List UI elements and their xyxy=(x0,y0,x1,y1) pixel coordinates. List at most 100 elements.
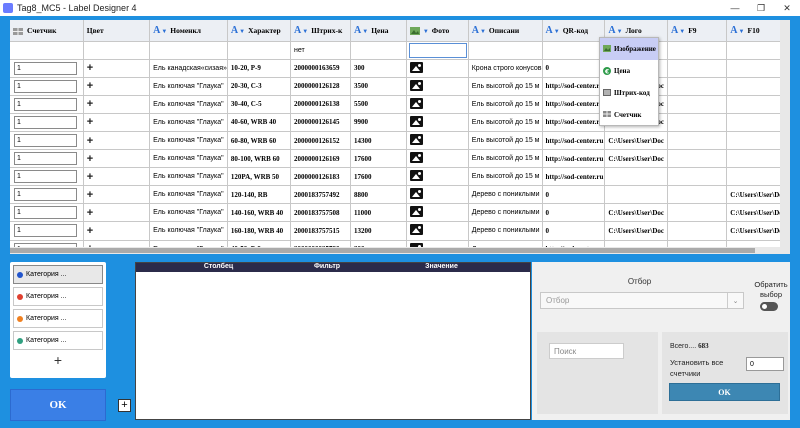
image-icon[interactable] xyxy=(409,206,423,218)
column-header[interactable]: A▼ Характер xyxy=(227,20,292,42)
image-icon[interactable] xyxy=(409,97,423,109)
counter-input[interactable]: 1 xyxy=(14,79,77,93)
grid-cell[interactable]: 0 xyxy=(542,185,606,205)
grid-cell[interactable]: + xyxy=(83,113,151,132)
grid-cell[interactable]: Ель колючая "Глаука" xyxy=(149,149,228,169)
counter-input[interactable]: 1 xyxy=(14,188,77,202)
grid-cell[interactable]: 2000183757492 xyxy=(290,185,352,205)
chevron-down-icon[interactable]: ▼ xyxy=(302,29,308,35)
chevron-down-icon[interactable]: ▼ xyxy=(362,29,368,35)
category-item[interactable]: Категория ... xyxy=(13,287,103,306)
filter-col-column[interactable]: Столбец xyxy=(136,263,301,272)
grid-cell[interactable]: 5500 xyxy=(350,95,407,114)
image-icon[interactable] xyxy=(409,134,423,146)
add-filter-button[interactable]: + xyxy=(118,399,131,412)
grid-cell[interactable]: Ель колючая "Глаука" xyxy=(149,167,228,187)
chevron-down-icon[interactable]: ▼ xyxy=(554,29,560,35)
table-row[interactable]: 1 + Ель колючая "Глаука" 40-60, WRB 40 20000… xyxy=(10,113,790,132)
grid-cell[interactable] xyxy=(406,113,469,132)
dropdown-option[interactable]: Счетчик xyxy=(600,104,658,126)
grid-cell[interactable]: Дерево с пониклыми xyxy=(468,221,543,241)
grid-cell[interactable]: Ель высотой до 15 м xyxy=(468,95,543,114)
vertical-scrollbar[interactable] xyxy=(780,20,790,254)
grid-cell[interactable] xyxy=(667,95,728,114)
grid-cell[interactable]: 1 xyxy=(10,203,84,223)
counter-input[interactable]: 1 xyxy=(14,61,77,75)
grid-cell[interactable]: 1 xyxy=(10,59,84,78)
grid-cell[interactable]: Ель колючая "Глаука" xyxy=(149,131,228,151)
grid-cell[interactable]: 17600 xyxy=(350,167,407,187)
grid-cell[interactable]: 2000000163659 xyxy=(290,59,352,78)
grid-cell[interactable]: 0 xyxy=(542,221,606,241)
chevron-down-icon[interactable]: ▼ xyxy=(423,29,429,35)
grid-cell[interactable]: 9900 xyxy=(350,113,407,132)
image-icon[interactable] xyxy=(409,170,423,182)
grid-cell[interactable]: 2000000126145 xyxy=(290,113,352,132)
grid-cell[interactable]: 1 xyxy=(10,95,84,114)
add-color-button[interactable]: + xyxy=(87,207,93,219)
grid-cell[interactable] xyxy=(667,185,728,205)
grid-cell[interactable]: 2000000126138 xyxy=(290,95,352,114)
dropdown-option[interactable]: Штрих-код xyxy=(600,82,658,104)
grid-cell[interactable]: 60-80, WRB 60 xyxy=(227,131,292,151)
grid-cell[interactable]: 160-180, WRB 40 xyxy=(227,221,292,241)
category-item[interactable]: Категория ... xyxy=(13,265,103,284)
grid-cell[interactable] xyxy=(667,221,728,241)
counter-input[interactable]: 1 xyxy=(14,97,77,111)
filter-cell[interactable] xyxy=(406,41,469,60)
grid-cell[interactable] xyxy=(604,167,669,187)
counter-input[interactable]: 1 xyxy=(14,170,77,184)
chevron-down-icon[interactable]: ▼ xyxy=(617,29,623,35)
chevron-down-icon[interactable]: ▼ xyxy=(239,29,245,35)
grid-cell[interactable]: 1 xyxy=(10,149,84,169)
grid-cell[interactable]: 1 xyxy=(10,77,84,96)
grid-cell[interactable]: Крона строго конусов xyxy=(468,59,543,78)
grid-cell[interactable]: 2000000126128 xyxy=(290,77,352,96)
table-row[interactable]: 1 + Ель канадская«сизая» 10-20, P-9 20000001… xyxy=(10,59,790,78)
grid-cell[interactable]: + xyxy=(83,203,151,223)
grid-cell[interactable]: C:\Users\User\Doc xyxy=(604,149,669,169)
column-header[interactable]: A▼ Цена xyxy=(350,20,407,42)
grid-cell[interactable] xyxy=(406,167,469,187)
grid-cell[interactable]: Ель высотой до 15 м xyxy=(468,131,543,151)
grid-cell[interactable]: 1 xyxy=(10,113,84,132)
filter-cell[interactable] xyxy=(667,41,728,60)
set-counters-input[interactable]: 0 xyxy=(746,357,784,371)
image-icon[interactable] xyxy=(409,79,423,91)
grid-cell[interactable]: Ель колючая "Глаука" xyxy=(149,95,228,114)
column-header[interactable]: A▼ QR-код xyxy=(542,20,606,42)
ok-button-main[interactable]: OK xyxy=(10,389,106,421)
table-row[interactable]: 1 + Ель колючая "Глаука" 20-30, C-3 20000001… xyxy=(10,77,790,96)
grid-cell[interactable]: 0 xyxy=(542,59,606,78)
otbor-select[interactable]: Отбор ⌄ xyxy=(540,292,744,309)
table-row[interactable]: 1 + Ель колючая "Глаука" 120-140, RB 2000183… xyxy=(10,185,790,205)
image-icon[interactable] xyxy=(409,61,423,73)
grid-cell[interactable]: Ель канадская«сизая» xyxy=(149,59,228,78)
add-color-button[interactable]: + xyxy=(87,153,93,165)
grid-cell[interactable] xyxy=(406,77,469,96)
counter-input[interactable]: 1 xyxy=(14,224,77,238)
dropdown-option[interactable]: Изображение xyxy=(600,38,658,60)
add-color-button[interactable]: + xyxy=(87,98,93,110)
grid-cell[interactable]: C:\Users\User\Doc xyxy=(604,203,669,223)
grid-cell[interactable]: Ель колючая "Глаука" xyxy=(149,113,228,132)
grid-cell[interactable]: 20-30, C-3 xyxy=(227,77,292,96)
table-row[interactable]: 1 + Ель колючая "Глаука" 60-80, WRB 60 20000… xyxy=(10,131,790,151)
grid-cell[interactable]: http://sod-center.ru xyxy=(542,131,606,151)
grid-cell[interactable]: 17600 xyxy=(350,149,407,169)
filter-col-filter[interactable]: Фильтр xyxy=(301,263,353,272)
grid-cell[interactable]: 2000183757508 xyxy=(290,203,352,223)
counter-input[interactable]: 1 xyxy=(14,134,77,148)
column-header[interactable]: Цвет xyxy=(83,20,151,42)
category-item[interactable]: Категория ... xyxy=(13,331,103,350)
filter-cell[interactable] xyxy=(10,41,84,60)
grid-cell[interactable]: Ель высотой до 15 м xyxy=(468,77,543,96)
grid-cell[interactable]: Ель колючая "Глаука" xyxy=(149,203,228,223)
grid-cell[interactable]: http://sod-center.ru xyxy=(542,77,606,96)
grid-cell[interactable]: Дерево с пониклыми xyxy=(468,203,543,223)
grid-cell[interactable] xyxy=(406,149,469,169)
grid-cell[interactable]: 1 xyxy=(10,185,84,205)
chevron-down-icon[interactable]: ▼ xyxy=(739,29,745,35)
table-row[interactable]: 1 + Ель колючая "Глаука" 120PA, WRB 50 20000… xyxy=(10,167,790,187)
grid-cell[interactable]: Ель колючая "Глаука" xyxy=(149,77,228,96)
